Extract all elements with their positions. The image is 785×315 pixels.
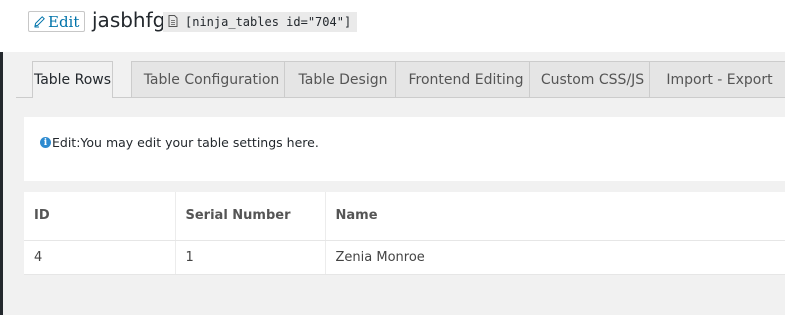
table-title: jasbhfg: [92, 8, 166, 32]
tab-label: Table Design: [298, 71, 388, 88]
edit-label: Edit: [48, 12, 80, 31]
admin-sidebar-edge: [0, 52, 3, 315]
info-icon: i: [40, 137, 51, 148]
tab-label: Import - Export: [666, 71, 773, 88]
tab-label: Table Rows: [33, 72, 112, 88]
info-notice: i Edit: You may edit your table settings…: [24, 117, 785, 181]
tab-import-export[interactable]: Import - Export: [649, 61, 785, 97]
table-header-row: ID Serial Number Name: [24, 192, 785, 241]
tab-table-rows[interactable]: Table Rows: [32, 61, 113, 98]
cell-id: 4: [24, 240, 176, 275]
notice-text: You may edit your table settings here.: [80, 135, 319, 150]
shortcode-text: [ninja_tables id="704"]: [185, 15, 352, 29]
tab-label: Frontend Editing: [408, 71, 524, 88]
column-header-id[interactable]: ID: [24, 192, 176, 241]
document-icon: [168, 14, 178, 30]
tab-table-design[interactable]: Table Design: [284, 61, 402, 97]
tab-frontend-editing[interactable]: Frontend Editing: [395, 61, 537, 97]
column-header-name[interactable]: Name: [325, 192, 785, 241]
tab-table-configuration[interactable]: Table Configuration: [131, 61, 292, 97]
pencil-icon: [33, 15, 46, 28]
notice-prefix: Edit:: [52, 135, 81, 150]
table-row[interactable]: 4 1 Zenia Monroe: [24, 240, 785, 275]
cell-name: Zenia Monroe: [325, 240, 785, 275]
page-header: Edit jasbhfg [ninja_tables id="704"]: [0, 0, 785, 52]
data-table: ID Serial Number Name 4 1 Zenia Monroe: [24, 192, 785, 275]
tab-custom-css-js[interactable]: Custom CSS/JS: [529, 61, 656, 97]
tab-bar: Table Rows Table Configuration Table Des…: [16, 52, 785, 98]
tab-label: Custom CSS/JS: [540, 71, 645, 88]
cell-serial-number: 1: [175, 240, 326, 275]
tab-label: Table Configuration: [143, 71, 280, 88]
edit-button[interactable]: Edit: [28, 11, 86, 32]
shortcode-box[interactable]: [ninja_tables id="704"]: [163, 12, 358, 32]
column-header-serial-number[interactable]: Serial Number: [175, 192, 326, 241]
